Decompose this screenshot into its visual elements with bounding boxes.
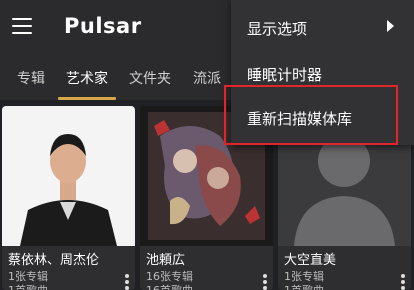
highlight-box bbox=[224, 85, 398, 145]
more-options-icon[interactable] bbox=[125, 274, 129, 290]
artist-photo bbox=[2, 106, 135, 246]
menu-item-sleep-timer[interactable]: 睡眠计时器 bbox=[247, 64, 322, 85]
artist-name: 大空直美 bbox=[284, 253, 337, 268]
more-options-icon[interactable] bbox=[401, 274, 405, 290]
tab-folders[interactable]: 文件夹 bbox=[129, 68, 171, 88]
song-count: 16首歌曲 bbox=[146, 282, 193, 290]
more-options-icon[interactable] bbox=[263, 274, 267, 290]
artist-name: 池頼広 bbox=[146, 253, 186, 268]
menu-item-display-options[interactable]: 显示选项 bbox=[247, 18, 307, 39]
song-count: 1首歌曲 bbox=[8, 282, 48, 290]
song-count: 1首歌曲 bbox=[284, 282, 324, 290]
tab-genres[interactable]: 流派 bbox=[193, 68, 221, 88]
tab-albums[interactable]: 专辑 bbox=[17, 68, 45, 88]
artist-card[interactable]: 蔡依林、周杰伦 1张专辑 1首歌曲 bbox=[2, 106, 135, 290]
app-title: Pulsar bbox=[64, 14, 142, 38]
artist-name: 蔡依林、周杰伦 bbox=[8, 253, 100, 268]
tab-artists[interactable]: 艺术家 bbox=[66, 68, 108, 88]
submenu-arrow-icon bbox=[387, 20, 394, 32]
hamburger-menu-icon[interactable] bbox=[12, 18, 32, 34]
